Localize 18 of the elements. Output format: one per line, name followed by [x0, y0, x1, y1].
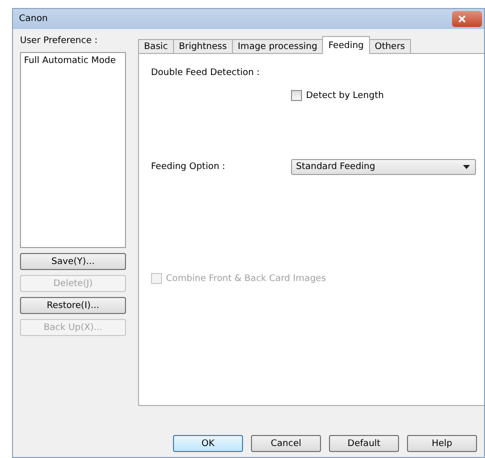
tab[interactable]: Image processing — [232, 39, 324, 54]
user-preference-label: User Preference : — [20, 36, 99, 46]
feeding-option-dropdown[interactable]: Standard Feeding — [291, 159, 476, 175]
dialog-button[interactable]: Cancel — [251, 435, 321, 452]
preference-button[interactable]: Restore(I)... — [20, 297, 126, 314]
preference-button[interactable]: Save(Y)... — [20, 253, 126, 270]
tab[interactable]: Brightness — [172, 39, 233, 54]
double-feed-label: Double Feed Detection : — [151, 68, 261, 78]
window-title: Canon — [19, 14, 48, 24]
preference-item[interactable]: Full Automatic Mode — [24, 56, 122, 66]
tab[interactable]: Feeding — [322, 36, 370, 54]
detect-by-length-checkbox[interactable]: Detect by Length — [291, 90, 384, 101]
tab[interactable]: Basic — [138, 39, 174, 54]
dialog-button[interactable]: Help — [407, 435, 477, 452]
feeding-option-label: Feeding Option : — [151, 162, 226, 172]
dialog-button[interactable]: Default — [329, 435, 399, 452]
tab[interactable]: Others — [368, 39, 411, 54]
dialog-button[interactable]: OK — [173, 435, 243, 452]
